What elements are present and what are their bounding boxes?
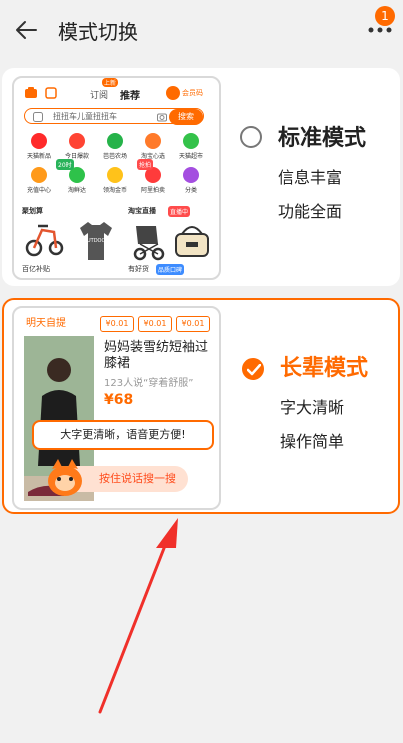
grid-item: 领淘金币 bbox=[96, 167, 134, 194]
preview-tab-badge: 上新 bbox=[102, 78, 119, 87]
member-code-icon bbox=[166, 86, 180, 100]
member-code-label: 会员码 bbox=[182, 89, 203, 97]
grid-item: 充值中心 bbox=[20, 167, 58, 194]
standard-mode-line-1: 信息丰富 bbox=[278, 168, 343, 187]
feature-live: 淘宝直播 bbox=[128, 207, 156, 215]
product-review-summary: 123人说“穿着舒服” bbox=[104, 378, 194, 389]
preview-feature-row: 聚划算 淘宝直播 直播中 OUTDOOR 百亿补贴 有好货 品质口碑 bbox=[20, 206, 213, 275]
grid-item: 淘宝心选 bbox=[134, 133, 172, 160]
feature-subsidy: 百亿补贴 bbox=[22, 265, 50, 273]
preview-search-button: 搜索 bbox=[169, 109, 203, 125]
hot-deal-icon bbox=[69, 133, 85, 149]
tmall-icon bbox=[31, 133, 47, 149]
tshirt-icon: OUTDOOR bbox=[80, 222, 112, 260]
page-title: 模式切换 bbox=[58, 20, 138, 44]
elder-mode-radio[interactable] bbox=[242, 358, 264, 380]
gold-coin-icon bbox=[107, 167, 123, 183]
stroller-icon bbox=[133, 226, 165, 261]
grid-time-badge: 20时 bbox=[56, 159, 74, 170]
camera-scan-icon bbox=[33, 112, 43, 122]
tricycle-icon bbox=[25, 224, 64, 257]
checkmark-icon bbox=[247, 364, 261, 376]
grid-item: 阿里拍卖 bbox=[134, 167, 172, 194]
grid-item: 天猫超市 bbox=[172, 133, 210, 160]
grid-item: 天猫新品 bbox=[20, 133, 58, 160]
preview-tab-subscribe: 订阅 bbox=[90, 91, 109, 101]
camera-icon bbox=[157, 113, 167, 122]
elder-mode-line-1: 字大清晰 bbox=[280, 398, 345, 417]
grid-item: 芭芭农场 bbox=[96, 133, 134, 160]
standard-mode-card[interactable]: 订阅 上新 推荐 会员码 扭扭车儿童扭扭车 搜索 天猫新品 今日爆款 芭芭农场 … bbox=[2, 68, 400, 286]
quality-tag: 品质口碑 bbox=[156, 264, 185, 275]
farm-tree-icon bbox=[107, 133, 123, 149]
scan-icon bbox=[25, 87, 37, 98]
price-chip: ¥0.01 bbox=[100, 316, 134, 332]
bag-icon bbox=[175, 226, 209, 257]
shirt-print: OUTDOOR bbox=[83, 238, 109, 244]
tomorrow-pickup-label: 明天自提 bbox=[26, 318, 66, 329]
price-chip: ¥0.01 bbox=[138, 316, 172, 332]
preview-search-box: 扭扭车儿童扭扭车 搜索 bbox=[24, 108, 204, 125]
recharge-icon bbox=[31, 167, 47, 183]
supermarket-icon bbox=[183, 133, 199, 149]
header-bar: 模式切换 1 bbox=[0, 0, 403, 60]
price-chip: ¥0.01 bbox=[176, 316, 210, 332]
live-tag: 直播中 bbox=[168, 206, 191, 217]
grid-item: 分类 bbox=[172, 167, 210, 194]
standard-mode-line-2: 功能全面 bbox=[278, 202, 343, 221]
feature-juhuasuan: 聚划算 bbox=[22, 207, 43, 215]
preview-tab-recommend: 推荐 bbox=[120, 91, 140, 102]
mascot-icon bbox=[48, 459, 82, 496]
category-icon bbox=[183, 167, 199, 183]
product-price: ¥68 bbox=[104, 392, 134, 408]
grid-item: 淘鲜达 bbox=[58, 167, 96, 194]
elder-mode-line-2: 操作简单 bbox=[280, 432, 345, 451]
standard-mode-radio[interactable] bbox=[240, 126, 262, 148]
product-title: 妈妈装雪纺短袖过膝裙 bbox=[104, 340, 209, 371]
preview-search-placeholder: 扭扭车儿童扭扭车 bbox=[53, 112, 117, 121]
notification-badge: 1 bbox=[375, 6, 395, 26]
standard-mode-preview: 订阅 上新 推荐 会员码 扭扭车儿童扭扭车 搜索 天猫新品 今日爆款 芭芭农场 … bbox=[12, 76, 221, 280]
elder-mode-info: 长辈模式 字大清晰 操作简单 bbox=[280, 350, 368, 452]
elder-mode-card[interactable]: 明天自提 ¥0.01 ¥0.01 ¥0.01 妈妈装雪纺短袖过膝裙 123人说“… bbox=[2, 298, 400, 514]
tip-bubble: 大字更清晰，语音更方便! bbox=[32, 420, 214, 450]
standard-mode-info: 标准模式 信息丰富 功能全面 bbox=[278, 120, 366, 222]
elder-mode-preview: 明天自提 ¥0.01 ¥0.01 ¥0.01 妈妈装雪纺短袖过膝裙 123人说“… bbox=[12, 306, 221, 510]
grid-auction-tag: 抢拍 bbox=[137, 159, 154, 170]
elder-preview-top: 明天自提 ¥0.01 ¥0.01 ¥0.01 bbox=[14, 308, 219, 334]
grid-item: 今日爆款 bbox=[58, 133, 96, 160]
home-icon bbox=[145, 133, 161, 149]
standard-mode-title: 标准模式 bbox=[278, 126, 367, 151]
preview-top-bar: 订阅 上新 推荐 会员码 bbox=[14, 78, 219, 106]
feature-good-goods: 有好货 bbox=[128, 265, 149, 273]
edit-icon bbox=[45, 87, 57, 99]
back-arrow-icon[interactable] bbox=[12, 16, 40, 44]
elder-mode-title: 长辈模式 bbox=[280, 356, 369, 381]
